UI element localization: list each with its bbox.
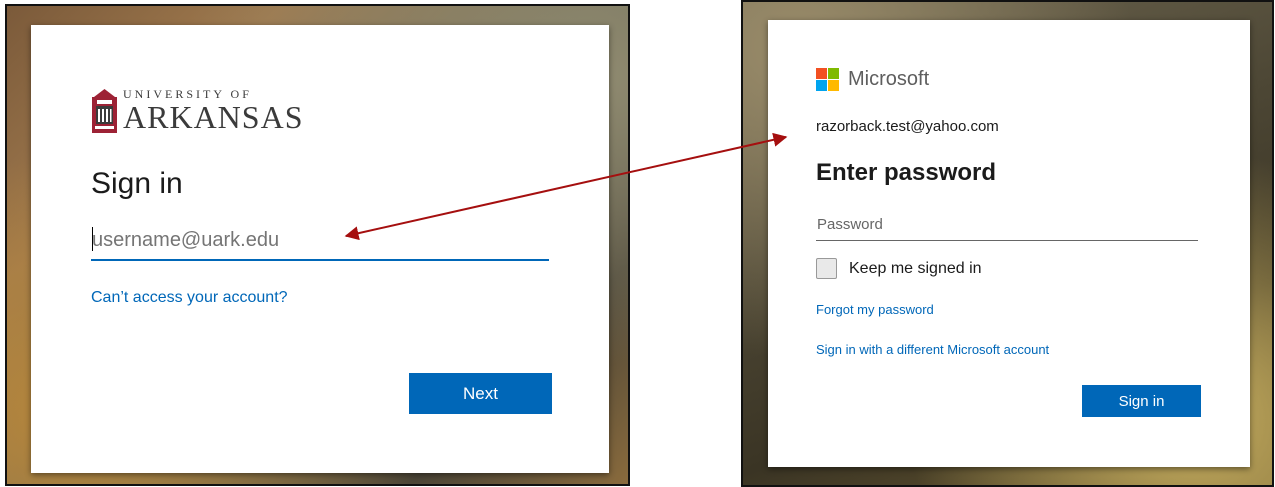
account-email: razorback.test@yahoo.com xyxy=(816,118,999,135)
sign-in-button[interactable]: Sign in xyxy=(1082,385,1201,417)
uark-signin-screenshot: UNIVERSITY OF ARKANSAS Sign in Can’t acc… xyxy=(5,4,630,486)
uark-logo-text: UNIVERSITY OF ARKANSAS xyxy=(123,88,303,133)
microsoft-logo: Microsoft xyxy=(816,68,929,91)
next-button[interactable]: Next xyxy=(409,373,552,414)
microsoft-logo-icon xyxy=(816,68,839,91)
keep-signed-in-label: Keep me signed in xyxy=(849,259,982,277)
uark-page-title: Sign in xyxy=(91,167,183,200)
password-input[interactable] xyxy=(816,208,1198,241)
microsoft-password-screenshot: Microsoft razorback.test@yahoo.com Enter… xyxy=(741,0,1274,487)
keep-signed-in-row[interactable]: Keep me signed in xyxy=(816,258,982,279)
microsoft-password-card: Microsoft razorback.test@yahoo.com Enter… xyxy=(768,20,1250,467)
uark-crest-icon xyxy=(92,89,117,133)
enter-password-title: Enter password xyxy=(816,159,997,186)
cant-access-account-link[interactable]: Can’t access your account? xyxy=(91,289,288,307)
different-account-link[interactable]: Sign in with a different Microsoft accou… xyxy=(816,342,1049,357)
microsoft-brand-text: Microsoft xyxy=(848,68,930,90)
uark-signin-card: UNIVERSITY OF ARKANSAS Sign in Can’t acc… xyxy=(31,25,609,473)
keep-signed-in-checkbox[interactable] xyxy=(816,258,837,279)
username-input[interactable] xyxy=(91,221,549,261)
text-caret xyxy=(92,227,93,251)
forgot-password-link[interactable]: Forgot my password xyxy=(816,302,934,317)
uark-logo-main-text: ARKANSAS xyxy=(123,99,304,135)
uark-logo: UNIVERSITY OF ARKANSAS xyxy=(92,88,303,133)
